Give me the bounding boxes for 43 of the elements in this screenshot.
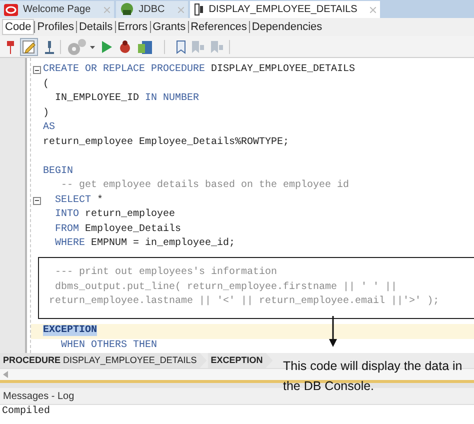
view-tab[interactable]: Profiles bbox=[35, 19, 76, 35]
breadcrumb-item[interactable]: EXCEPTION bbox=[208, 353, 273, 368]
bookmark-icon[interactable] bbox=[176, 40, 186, 54]
code-line: --- print out employees's information bbox=[54, 267, 278, 278]
view-tab[interactable]: Details bbox=[76, 19, 115, 35]
code-line: -- get employee details based on the employee id bbox=[60, 180, 350, 191]
code-line: CREATE OR REPLACE PROCEDURE DISPLAY_EMPLOYEE_DETAILS bbox=[43, 64, 356, 75]
code-line: ( bbox=[43, 78, 50, 90]
code-line: return_employee Employee_Details%ROWTYPE; bbox=[43, 136, 290, 148]
annotation-text: This code will display the data in the DB Console. bbox=[283, 358, 464, 395]
procedure-icon bbox=[194, 3, 204, 16]
code-line: IN_EMPLOYEE_ID IN NUMBER bbox=[54, 93, 200, 104]
code-line: FROM Employee_Details bbox=[54, 224, 182, 234]
oracle-logo-icon bbox=[4, 4, 18, 16]
compile-icon[interactable] bbox=[137, 38, 153, 54]
fold-icon[interactable] bbox=[33, 66, 41, 74]
editor-tab[interactable]: Welcome Page bbox=[0, 1, 114, 18]
edit-icon[interactable] bbox=[20, 38, 38, 56]
run-icon[interactable] bbox=[101, 40, 113, 54]
breadcrumb-item[interactable]: PROCEDURE DISPLAY_EMPLOYEE_DETAILS bbox=[0, 353, 207, 368]
database-icon bbox=[120, 3, 134, 16]
fold-icon[interactable] bbox=[33, 196, 41, 204]
code-line: SELECT * bbox=[54, 194, 104, 206]
code-line: INTO return_employee bbox=[54, 209, 176, 220]
code-line: return_employee.lastname || '<' || return_employee.email ||'>' ); bbox=[48, 296, 440, 307]
view-tab[interactable]: Grants bbox=[150, 19, 188, 35]
view-tab[interactable]: References bbox=[188, 19, 249, 35]
code-line: AS bbox=[43, 122, 56, 133]
editor-tab[interactable]: JDBC bbox=[116, 1, 188, 18]
view-tab[interactable]: Errors bbox=[116, 19, 150, 35]
editor-tab[interactable]: DISPLAY_EMPLOYEE_DETAILS bbox=[190, 1, 380, 18]
view-tab[interactable]: Code bbox=[2, 19, 34, 35]
code-line: dbms_output.put_line( return_employee.firstname || ' ' || bbox=[54, 282, 398, 292]
code-line: ) bbox=[43, 108, 50, 118]
pin-icon[interactable] bbox=[6, 40, 15, 54]
arrow bbox=[328, 316, 338, 348]
code-line: BEGIN bbox=[43, 166, 74, 176]
bug-icon[interactable] bbox=[118, 40, 132, 54]
code-line: WHERE EMPNUM = in_employee_id; bbox=[54, 238, 236, 249]
log-output: Compiled bbox=[2, 406, 50, 417]
view-tab[interactable]: Dependencies bbox=[250, 19, 324, 35]
code-line: WHEN OTHERS THEN bbox=[60, 340, 158, 350]
panel-title: Messages - Log bbox=[3, 390, 74, 404]
